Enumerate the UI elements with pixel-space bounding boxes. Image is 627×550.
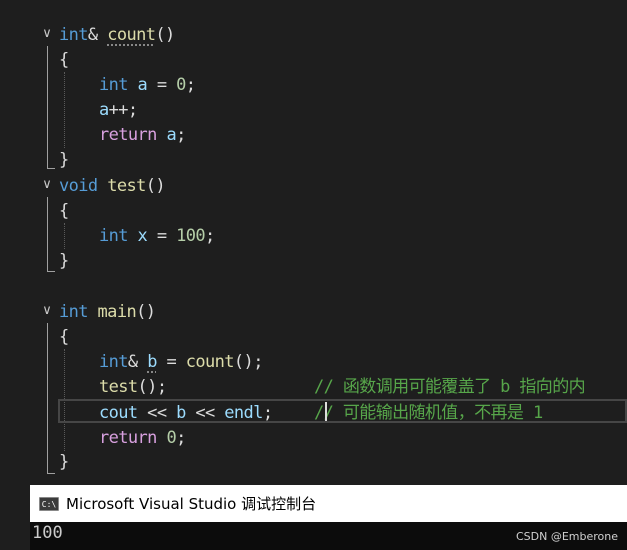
code-line-8[interactable]: { <box>59 199 69 223</box>
token: test <box>107 176 146 196</box>
token: count <box>107 25 156 45</box>
brace-guide-foot-test <box>47 271 55 272</box>
token: << <box>185 403 225 423</box>
code-line-2[interactable]: { <box>59 48 69 72</box>
code-line-11[interactable]: int main() <box>59 300 156 324</box>
token: ; <box>185 75 196 95</box>
code-line-9[interactable]: int x = 100; <box>99 224 215 248</box>
console-app-icon: C:\ <box>39 496 59 511</box>
code-editor[interactable]: ∨ ∨ ∨ int& count() { int a = 0; a++; ret… <box>0 0 627 485</box>
code-line-17[interactable]: } <box>59 450 69 474</box>
brace-guide-main <box>47 323 48 473</box>
token: ; <box>262 403 273 423</box>
code-comment-line-14: // 函数调用可能覆盖了 b 指向的内 <box>314 377 586 397</box>
token: cout <box>99 403 138 423</box>
code-line-6[interactable]: } <box>59 148 69 172</box>
token: test <box>99 377 138 397</box>
fold-toggle-test[interactable]: ∨ <box>40 178 54 192</box>
token: int <box>59 25 89 45</box>
brace-guide-test <box>47 197 48 271</box>
fold-toggle-main[interactable]: ∨ <box>40 304 54 318</box>
code-line-14[interactable]: test(); <box>99 375 168 399</box>
token: } <box>59 150 69 170</box>
token: << <box>137 403 177 423</box>
code-line-5[interactable]: return a; <box>99 123 186 147</box>
token: (); <box>137 377 168 397</box>
token: ; <box>176 428 186 448</box>
token: 0 <box>166 428 177 448</box>
token: int <box>99 352 129 372</box>
token: int <box>99 226 129 246</box>
token: { <box>59 50 69 70</box>
token: int <box>59 302 89 322</box>
console-output-area[interactable]: 100 CSDN @Emberone <box>30 522 627 550</box>
token: b <box>147 352 157 372</box>
token: a <box>166 125 177 145</box>
token: b <box>176 403 186 423</box>
code-line-15[interactable]: cout << b << endl; <box>99 401 273 425</box>
token: int <box>99 75 129 95</box>
token: } <box>59 251 69 271</box>
token: a <box>137 75 148 95</box>
token: count <box>185 352 235 372</box>
indent-guide-test <box>64 223 65 249</box>
code-line-16[interactable]: return 0; <box>99 426 186 450</box>
code-line-12[interactable]: { <box>59 325 69 349</box>
token: = <box>147 75 177 95</box>
token: return <box>99 428 157 448</box>
token: = <box>147 226 177 246</box>
token: 100 <box>176 226 206 246</box>
code-line-1[interactable]: int& count() <box>59 23 175 47</box>
token: ; <box>176 125 186 145</box>
brace-guide-foot-count <box>47 168 55 169</box>
token: = <box>156 352 186 372</box>
token: a <box>99 100 109 120</box>
token: () <box>155 25 175 45</box>
code-line-3[interactable]: int a = 0; <box>99 73 196 97</box>
token: } <box>59 452 69 472</box>
brace-guide-foot-main <box>47 473 55 474</box>
token: ++; <box>108 100 139 120</box>
code-line-4[interactable]: a++; <box>99 98 138 122</box>
text-caret <box>325 402 327 421</box>
fold-toggle-count[interactable]: ∨ <box>40 27 54 41</box>
token: () <box>136 302 156 322</box>
console-output-text: 100 <box>32 523 63 543</box>
token: () <box>145 176 166 196</box>
brace-guide-count <box>47 46 48 168</box>
token: x <box>137 226 148 246</box>
code-comment-line-15: // 可能输出随机值，不再是 1 <box>314 403 543 423</box>
token: { <box>59 201 69 221</box>
code-line-13[interactable]: int& b = count(); <box>99 350 263 374</box>
token: 0 <box>176 75 186 95</box>
token: & <box>87 25 108 45</box>
token: return <box>99 125 157 145</box>
console-title: Microsoft Visual Studio 调试控制台 <box>66 495 317 513</box>
token: ; <box>205 226 215 246</box>
token: (); <box>233 352 264 372</box>
indent-guide-count <box>64 72 65 148</box>
token: { <box>59 327 69 347</box>
token: endl <box>224 403 263 423</box>
token: & <box>127 352 148 372</box>
token: void <box>59 176 98 196</box>
console-title-bar[interactable]: C:\ Microsoft Visual Studio 调试控制台 <box>30 485 627 522</box>
watermark: CSDN @Emberone <box>515 530 618 543</box>
code-line-7[interactable]: void test() <box>59 174 166 198</box>
token: main <box>97 302 137 322</box>
code-line-10[interactable]: } <box>59 249 69 273</box>
